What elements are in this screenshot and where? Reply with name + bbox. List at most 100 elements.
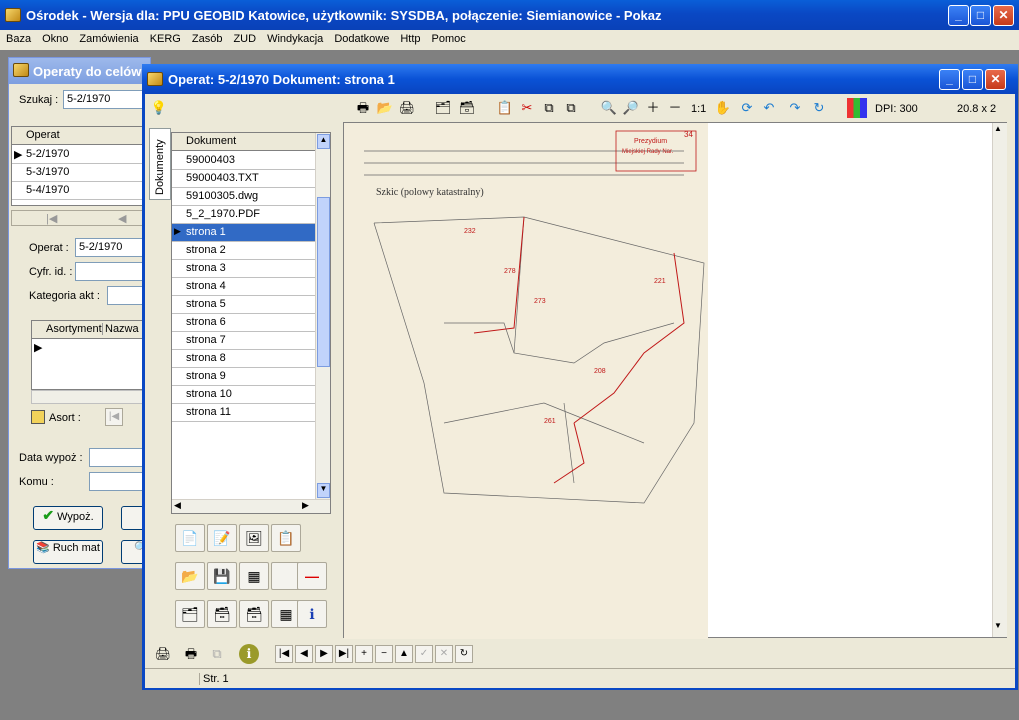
nav-last-button[interactable]: ▶| (335, 645, 353, 663)
rotate-left-icon[interactable]: ↶ (759, 98, 779, 118)
pan-hand-icon[interactable]: ✋ (713, 98, 733, 118)
asort-hscrollbar[interactable] (31, 390, 151, 404)
scroll-up-icon[interactable]: ▲ (317, 134, 330, 149)
image-viewer[interactable]: 232 278 273 221 208 261 Szkic (polowy katast… (343, 122, 1007, 639)
menu-item-zud[interactable]: ZUD (227, 30, 261, 45)
operat-field[interactable]: 5-2/1970 (75, 238, 151, 257)
doc-properties-button[interactable]: 📄 (175, 524, 205, 552)
print-icon[interactable]: 🖨 (397, 98, 417, 118)
list-item[interactable]: 59000403 (172, 152, 315, 170)
doc-layers2-button[interactable]: 🗃 (239, 600, 269, 628)
column-asortyment[interactable]: Asortyment (46, 323, 102, 335)
viewer-scroll-down-icon[interactable]: ▼ (994, 621, 1002, 630)
nav-first-button[interactable]: |◀ (275, 645, 293, 663)
list-item[interactable]: strona 8 (172, 350, 315, 368)
rotate-cw-icon[interactable]: ↻ (809, 98, 829, 118)
close-button[interactable]: ✕ (993, 5, 1014, 26)
doc-close-button[interactable]: ✕ (985, 69, 1006, 90)
column-operat[interactable]: Operat (26, 129, 60, 141)
print-icon[interactable]: 🖨 (153, 644, 173, 664)
zoom-window-icon[interactable]: 🔎 (621, 98, 641, 118)
print-setup-icon[interactable]: 🖶 (181, 644, 201, 664)
list-item[interactable]: strona 6 (172, 314, 315, 332)
table-row[interactable]: ▶ 5-2/1970 (12, 146, 148, 164)
grid-navigator[interactable]: |◀ ◀ (11, 210, 149, 226)
copy2-icon[interactable]: ⧉ (561, 98, 581, 118)
nav-post-button[interactable]: ✓ (415, 645, 433, 663)
layers-icon[interactable]: 🗃 (457, 98, 477, 118)
asort-first-button[interactable]: |◀ (105, 408, 123, 426)
zoom-out-icon[interactable]: － (665, 98, 685, 118)
nav-cancel-button[interactable]: ✕ (435, 645, 453, 663)
document-list-hscrollbar[interactable]: ◀ ▶ (172, 499, 330, 513)
menu-item-kerg[interactable]: KERG (144, 30, 186, 45)
nav-prev-button[interactable]: ◀ (295, 645, 313, 663)
menu-item-http[interactable]: Http (394, 30, 425, 45)
copy-icon[interactable]: ⧉ (539, 98, 559, 118)
doc-layers-button[interactable]: 🗃 (207, 600, 237, 628)
scroll-thumb[interactable] (317, 197, 330, 367)
cyfr-field[interactable] (75, 262, 151, 281)
menu-item-windykacja[interactable]: Windykacja (261, 30, 328, 45)
list-item[interactable]: 59000403.TXT (172, 170, 315, 188)
zoom-in-icon[interactable]: ＋ (643, 98, 663, 118)
copy-page-icon[interactable]: ⧉ (207, 644, 227, 664)
prev-record-icon[interactable]: ◀ (118, 212, 126, 225)
viewer-scrollbar[interactable]: ▲ ▼ (992, 123, 1007, 637)
color-palette-icon[interactable] (847, 98, 867, 118)
doc-delete-button[interactable]: — (297, 562, 327, 590)
scroll-right-icon[interactable]: ▶ (302, 500, 309, 511)
nav-insert-button[interactable]: + (355, 645, 373, 663)
menu-item-zasób[interactable]: Zasób (186, 30, 228, 45)
zoom-icon[interactable]: 🔍 (599, 98, 619, 118)
rotate-right-icon[interactable]: ↷ (785, 98, 805, 118)
scroll-left-icon[interactable]: ◀ (174, 500, 181, 511)
open-icon[interactable]: 📂 (375, 98, 395, 118)
list-item[interactable]: strona 7 (172, 332, 315, 350)
minimize-button[interactable]: _ (948, 5, 969, 26)
bulb-icon[interactable]: 💡 (149, 98, 169, 118)
doc-paste-button[interactable]: 📋 (271, 524, 301, 552)
table-row[interactable]: 5-3/1970 (12, 164, 148, 182)
nav-refresh-button[interactable]: ↻ (455, 645, 473, 663)
column-dokument[interactable]: Dokument (186, 135, 236, 147)
cut-icon[interactable]: ✂ (517, 98, 537, 118)
wypoz-button[interactable]: ✔ Wypoż. (33, 506, 103, 530)
menu-item-baza[interactable]: Baza (0, 30, 36, 45)
doc-save-button[interactable]: 💾 (207, 562, 237, 590)
menu-item-pomoc[interactable]: Pomoc (426, 30, 471, 45)
list-item[interactable]: strona 2 (172, 242, 315, 260)
table-row[interactable]: 5-4/1970 (12, 182, 148, 200)
search-input[interactable]: 5-2/1970 (63, 90, 143, 109)
list-item[interactable]: strona 3 (172, 260, 315, 278)
doc-open-button[interactable]: 📂 (175, 562, 205, 590)
nav-delete-button[interactable]: − (375, 645, 393, 663)
list-item[interactable]: strona 1 (172, 224, 315, 242)
list-item[interactable]: strona 4 (172, 278, 315, 296)
scan-icon[interactable]: 🖶 (353, 98, 373, 118)
first-record-icon[interactable]: |◀ (46, 212, 57, 225)
maximize-button[interactable]: □ (970, 5, 991, 26)
viewer-scroll-up-icon[interactable]: ▲ (994, 124, 1002, 133)
doc-stack-button[interactable]: 🗂 (175, 600, 205, 628)
tab-dokumenty[interactable]: Dokumenty (149, 128, 171, 200)
doc-grid-button[interactable]: ▦ (239, 562, 269, 590)
paste-icon[interactable]: 📋 (495, 98, 515, 118)
info-icon[interactable]: ℹ (239, 644, 259, 664)
list-item[interactable]: strona 5 (172, 296, 315, 314)
ruch-mat-button[interactable]: 📚 Ruch mat (33, 540, 103, 564)
rotate-icon[interactable]: ⟳ (737, 98, 757, 118)
list-item[interactable]: 59100305.dwg (172, 188, 315, 206)
list-item[interactable]: strona 11 (172, 404, 315, 422)
doc-info-button[interactable]: ℹ (297, 600, 327, 628)
doc-scan-button[interactable]: 🖼 (239, 524, 269, 552)
zoom-one-to-one[interactable]: 1:1 (691, 103, 706, 115)
list-item[interactable]: strona 9 (172, 368, 315, 386)
nav-edit-button[interactable]: ▲ (395, 645, 413, 663)
scroll-down-icon[interactable]: ▼ (317, 483, 330, 498)
doc-edit-button[interactable]: 📝 (207, 524, 237, 552)
nav-next-button[interactable]: ▶ (315, 645, 333, 663)
menu-item-zamówienia[interactable]: Zamówienia (73, 30, 143, 45)
menu-item-dodatkowe[interactable]: Dodatkowe (328, 30, 394, 45)
list-item[interactable]: strona 10 (172, 386, 315, 404)
